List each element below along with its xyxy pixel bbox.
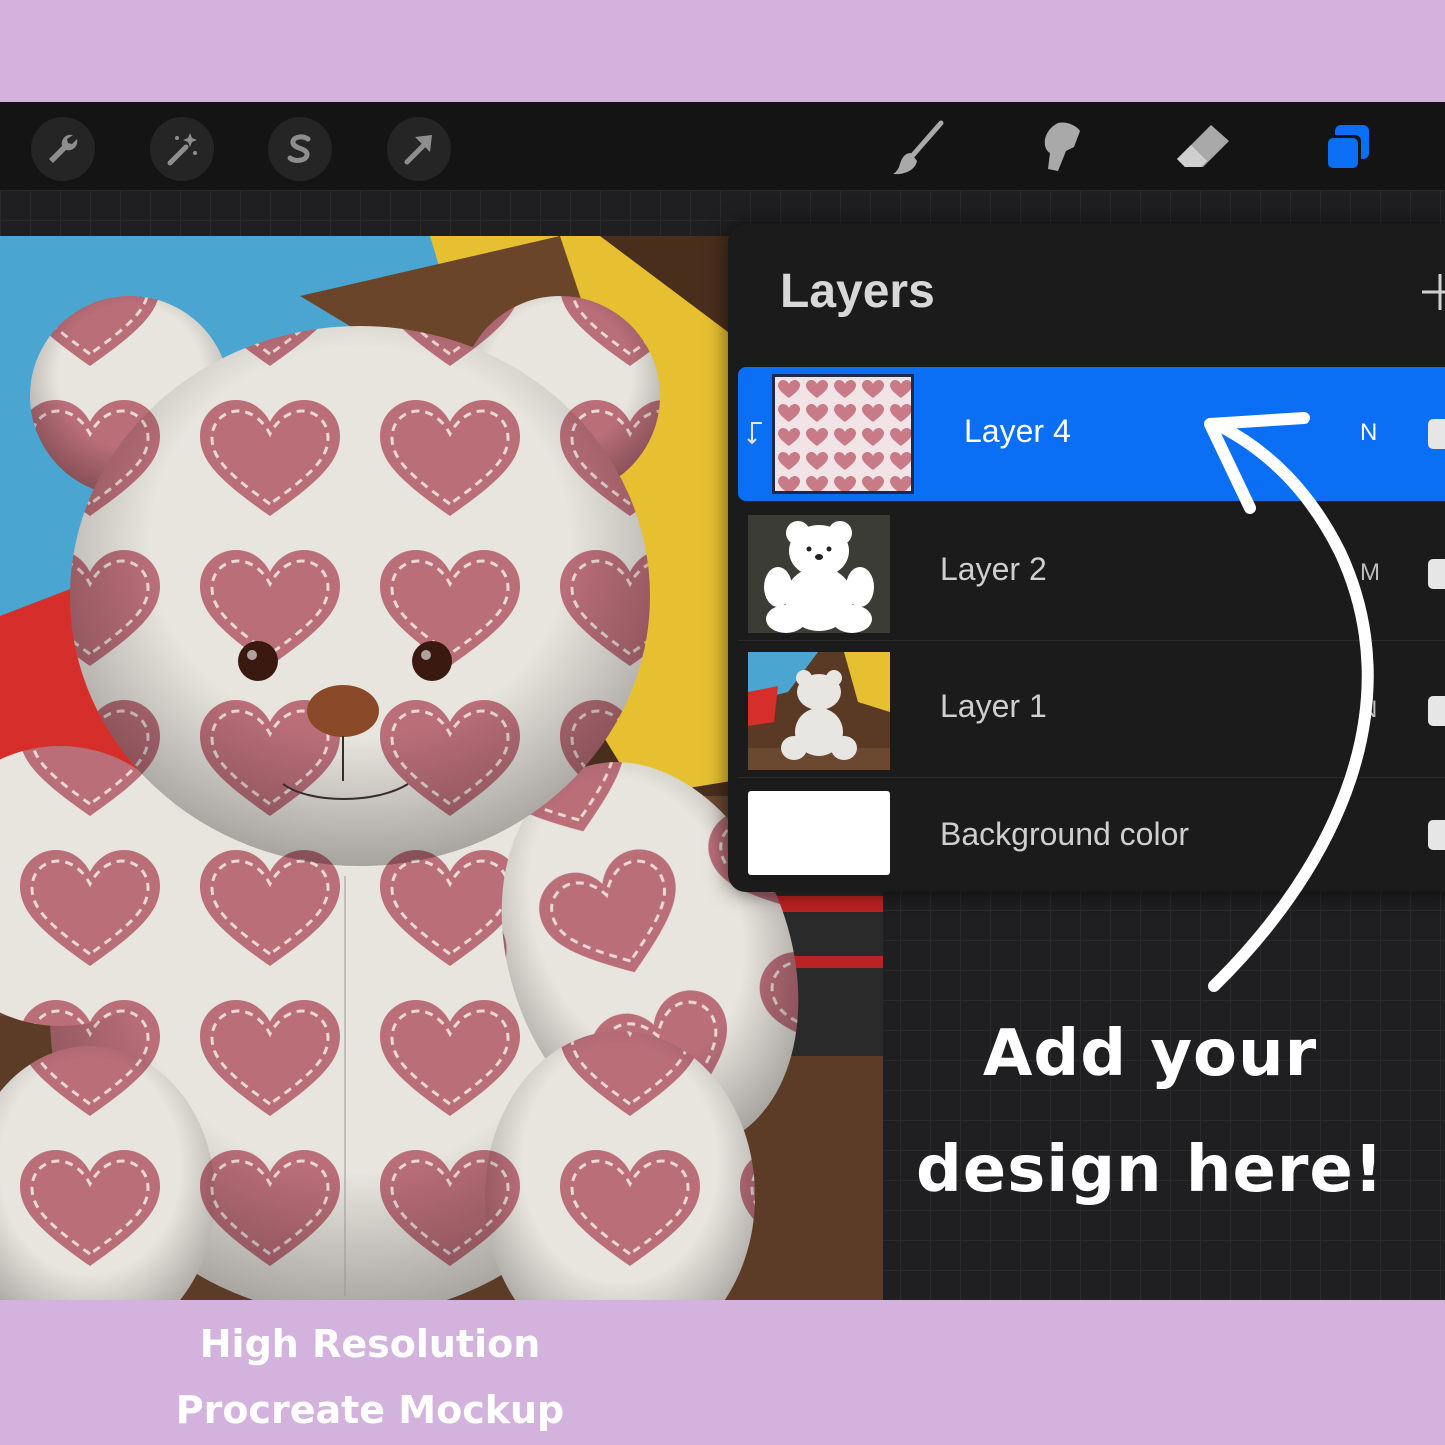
layers-title: Layers	[780, 265, 935, 318]
arrow-icon	[404, 135, 432, 165]
layers-button[interactable]	[1312, 114, 1382, 180]
smudge-button[interactable]	[1025, 114, 1095, 180]
clipping-mask-icon	[747, 422, 762, 445]
plus-icon[interactable]	[1420, 272, 1445, 312]
layers-icon	[1325, 125, 1369, 171]
procreate-screen: Layers Layer 4 N Layer 2 M Layer 1 N Bac…	[0, 102, 1445, 1300]
actions-button[interactable]	[31, 117, 95, 181]
layer-thumbnail	[748, 791, 890, 875]
layer-thumbnail	[772, 374, 914, 494]
brush-icon	[893, 120, 944, 175]
layer-name: Layer 1	[940, 688, 1047, 724]
layer-name: Layer 2	[940, 551, 1047, 587]
layer-name: Background color	[940, 816, 1190, 852]
curved-arrow-icon	[1204, 412, 1374, 992]
visibility-checkbox[interactable]	[1428, 559, 1445, 589]
footer-line-2: Procreate Mockup	[175, 1388, 565, 1432]
callout-line-2: design here!	[915, 1133, 1385, 1207]
magic-wand-icon	[167, 133, 197, 166]
selection-button[interactable]	[268, 117, 332, 181]
top-toolbar	[0, 102, 1445, 190]
paint-button[interactable]	[884, 114, 954, 180]
visibility-checkbox[interactable]	[1428, 820, 1445, 850]
visibility-checkbox[interactable]	[1428, 419, 1445, 449]
erase-button[interactable]	[1168, 114, 1238, 180]
wrench-icon	[49, 134, 78, 163]
selection-icon	[287, 134, 311, 163]
transform-button[interactable]	[387, 117, 451, 181]
callout-line-1: Add your	[982, 1017, 1318, 1091]
layer-thumbnail	[748, 652, 890, 770]
layer-thumbnail	[748, 515, 890, 633]
adjustments-button[interactable]	[150, 117, 214, 181]
visibility-checkbox[interactable]	[1428, 696, 1445, 726]
eraser-icon	[1177, 125, 1229, 167]
smudge-icon	[1044, 122, 1080, 171]
footer-line-1: High Resolution	[199, 1322, 541, 1366]
layer-name: Layer 4	[964, 413, 1071, 449]
